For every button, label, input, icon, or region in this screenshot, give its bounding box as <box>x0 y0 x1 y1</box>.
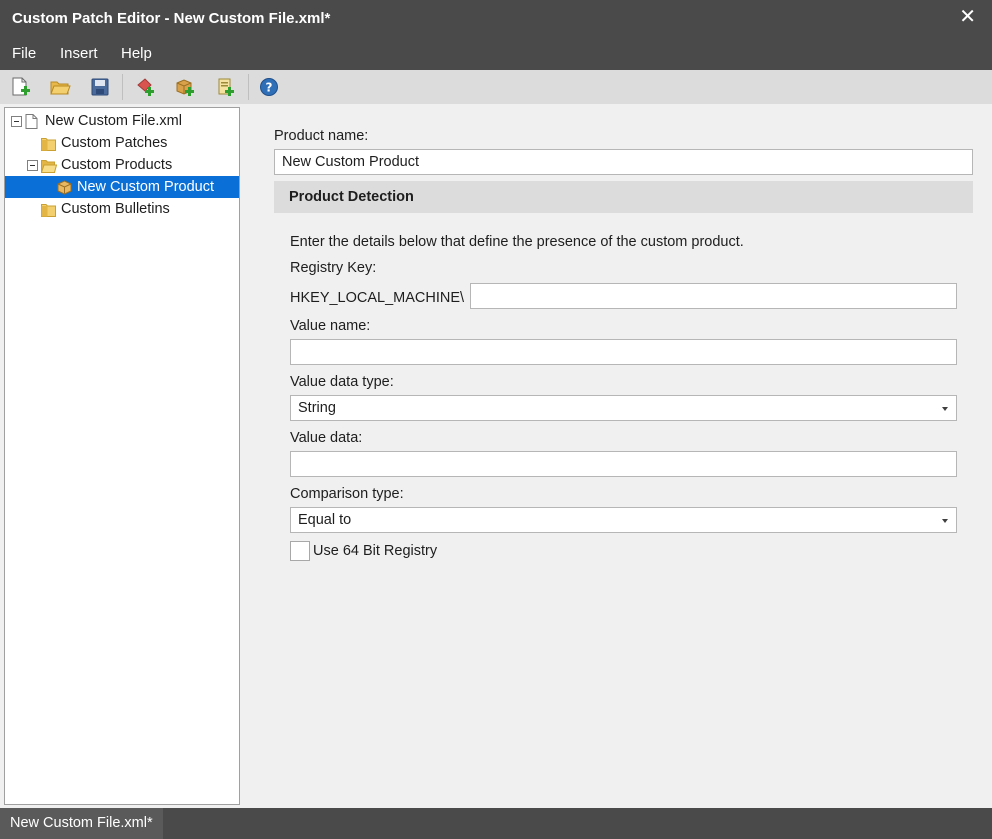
chevron-down-icon <box>942 519 948 523</box>
value-data-input[interactable] <box>290 451 957 477</box>
status-bar: New Custom File.xml* <box>0 808 992 839</box>
help-icon[interactable]: ? <box>258 76 280 98</box>
window-title: Custom Patch Editor - New Custom File.xm… <box>12 10 331 27</box>
use-64-bit-label[interactable]: Use 64 Bit Registry <box>313 543 437 559</box>
menu-file[interactable]: File <box>12 45 36 62</box>
menu-insert[interactable]: Insert <box>60 45 98 62</box>
registry-prefix: HKEY_LOCAL_MACHINE\ <box>290 290 465 306</box>
toolbar: ? <box>0 70 992 104</box>
menu-bar: File Insert Help <box>0 37 992 70</box>
add-bulletin-icon[interactable] <box>214 76 236 98</box>
registry-key-input[interactable] <box>470 283 957 309</box>
title-bar: Custom Patch Editor - New Custom File.xm… <box>0 0 992 37</box>
select-value: Equal to <box>298 512 352 528</box>
section-header: Product Detection <box>274 181 973 213</box>
add-product-icon[interactable] <box>174 76 196 98</box>
tree-node-label: Custom Patches <box>61 135 168 151</box>
tree-view: New Custom File.xml Custom Patches Custo… <box>4 107 240 805</box>
folder-icon <box>41 202 56 224</box>
value-data-label: Value data: <box>290 430 363 446</box>
select-value: String <box>298 400 336 416</box>
registry-key-label: Registry Key: <box>290 260 377 276</box>
value-data-type-select[interactable]: String <box>290 395 957 421</box>
close-icon[interactable]: ✕ <box>959 7 976 27</box>
product-name-label: Product name: <box>274 128 369 144</box>
tree-node-label: New Custom Product <box>77 179 214 195</box>
menu-help[interactable]: Help <box>121 45 152 62</box>
add-patch-icon[interactable] <box>134 76 156 98</box>
collapse-icon[interactable] <box>11 116 22 127</box>
tree-node-label: Custom Bulletins <box>61 201 170 217</box>
collapse-icon[interactable] <box>27 160 38 171</box>
product-name-input[interactable]: New Custom Product <box>274 149 973 175</box>
tree-node-custom-products[interactable]: Custom Products <box>5 154 239 176</box>
new-file-icon[interactable] <box>10 76 32 98</box>
value-name-input[interactable] <box>290 339 957 365</box>
section-title: Product Detection <box>289 189 414 205</box>
description-text: Enter the details below that define the … <box>290 234 744 250</box>
value-name-label: Value name: <box>290 318 371 334</box>
toolbar-separator <box>122 74 123 100</box>
document-tab[interactable]: New Custom File.xml* <box>0 808 163 839</box>
tree-node-new-custom-product[interactable]: New Custom Product <box>5 176 239 198</box>
comparison-type-label: Comparison type: <box>290 486 404 502</box>
tree-node-label: Custom Products <box>61 157 173 173</box>
save-icon[interactable] <box>89 76 111 98</box>
open-folder-icon[interactable] <box>49 76 71 98</box>
tree-node-custom-bulletins[interactable]: Custom Bulletins <box>5 198 239 220</box>
svg-text:?: ? <box>266 81 273 95</box>
product-form: Product name: New Custom Product Product… <box>242 104 992 808</box>
tree-node-label: New Custom File.xml <box>45 113 182 129</box>
use-64-bit-checkbox[interactable] <box>290 541 310 561</box>
toolbar-separator <box>248 74 249 100</box>
value-data-type-label: Value data type: <box>290 374 394 390</box>
tree-node-custom-patches[interactable]: Custom Patches <box>5 132 239 154</box>
tree-node-root[interactable]: New Custom File.xml <box>5 110 239 132</box>
comparison-type-select[interactable]: Equal to <box>290 507 957 533</box>
chevron-down-icon <box>942 407 948 411</box>
